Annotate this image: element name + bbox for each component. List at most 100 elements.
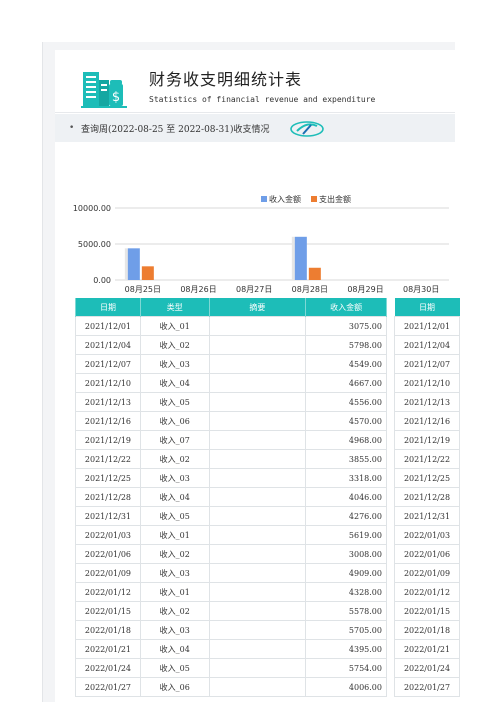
cell-type[interactable]: 收入_03 — [139, 620, 210, 640]
cell-date[interactable]: 2022/01/27 — [75, 677, 141, 697]
cell-date[interactable]: 2021/12/01 — [394, 316, 460, 336]
cell-date[interactable]: 2021/12/22 — [394, 449, 460, 469]
cell-type[interactable]: 收入_03 — [139, 354, 210, 374]
cell-type[interactable]: 收入_06 — [139, 677, 210, 697]
cell-amount[interactable]: 4328.00 — [305, 582, 387, 602]
cell-date[interactable]: 2022/01/09 — [394, 563, 460, 583]
cell-date[interactable]: 2022/01/09 — [75, 563, 141, 583]
cell-amount[interactable]: 4909.00 — [305, 563, 387, 583]
cell-memo[interactable] — [208, 544, 307, 564]
cell-type[interactable]: 收入_03 — [139, 563, 210, 583]
cell-date[interactable]: 2022/01/27 — [394, 677, 460, 697]
cell-type[interactable]: 收入_05 — [139, 392, 210, 412]
cell-date[interactable]: 2021/12/13 — [75, 392, 141, 412]
cell-memo[interactable] — [208, 335, 307, 355]
cell-date[interactable]: 2021/12/19 — [75, 430, 141, 450]
cell-type[interactable]: 收入_05 — [139, 658, 210, 678]
cell-type[interactable]: 收入_05 — [139, 506, 210, 526]
cell-date[interactable]: 2021/12/22 — [75, 449, 141, 469]
cell-amount[interactable]: 5578.00 — [305, 601, 387, 621]
cell-date[interactable]: 2021/12/19 — [394, 430, 460, 450]
cell-date[interactable]: 2022/01/12 — [394, 582, 460, 602]
cell-date[interactable]: 2021/12/10 — [394, 373, 460, 393]
cell-memo[interactable] — [208, 639, 307, 659]
cell-date[interactable]: 2021/12/01 — [75, 316, 141, 336]
cell-memo[interactable] — [208, 411, 307, 431]
cell-memo[interactable] — [208, 468, 307, 488]
cell-amount[interactable]: 4968.00 — [305, 430, 387, 450]
cell-amount[interactable]: 5798.00 — [305, 335, 387, 355]
cell-date[interactable]: 2021/12/04 — [75, 335, 141, 355]
cell-memo[interactable] — [208, 677, 307, 697]
cell-date[interactable]: 2022/01/21 — [394, 639, 460, 659]
cell-date[interactable]: 2022/01/21 — [75, 639, 141, 659]
cell-amount[interactable]: 5754.00 — [305, 658, 387, 678]
search-swirl-icon[interactable] — [289, 120, 325, 138]
cell-date[interactable]: 2021/12/28 — [75, 487, 141, 507]
cell-amount[interactable]: 4395.00 — [305, 639, 387, 659]
cell-memo[interactable] — [208, 316, 307, 336]
cell-memo[interactable] — [208, 430, 307, 450]
cell-date[interactable]: 2022/01/12 — [75, 582, 141, 602]
cell-memo[interactable] — [208, 601, 307, 621]
cell-type[interactable]: 收入_01 — [139, 582, 210, 602]
cell-date[interactable]: 2021/12/31 — [394, 506, 460, 526]
cell-amount[interactable]: 4276.00 — [305, 506, 387, 526]
cell-date[interactable]: 2021/12/07 — [75, 354, 141, 374]
cell-date[interactable]: 2021/12/25 — [75, 468, 141, 488]
cell-amount[interactable]: 3318.00 — [305, 468, 387, 488]
cell-date[interactable]: 2022/01/24 — [394, 658, 460, 678]
cell-type[interactable]: 收入_06 — [139, 411, 210, 431]
cell-type[interactable]: 收入_01 — [139, 525, 210, 545]
cell-type[interactable]: 收入_07 — [139, 430, 210, 450]
cell-type[interactable]: 收入_02 — [139, 449, 210, 469]
cell-type[interactable]: 收入_03 — [139, 468, 210, 488]
cell-type[interactable]: 收入_01 — [139, 316, 210, 336]
cell-type[interactable]: 收入_04 — [139, 373, 210, 393]
cell-memo[interactable] — [208, 354, 307, 374]
cell-amount[interactable]: 4549.00 — [305, 354, 387, 374]
cell-memo[interactable] — [208, 525, 307, 545]
cell-date[interactable]: 2021/12/31 — [75, 506, 141, 526]
cell-amount[interactable]: 4556.00 — [305, 392, 387, 412]
cell-date[interactable]: 2022/01/18 — [75, 620, 141, 640]
cell-type[interactable]: 收入_04 — [139, 639, 210, 659]
cell-date[interactable]: 2022/01/18 — [394, 620, 460, 640]
cell-amount[interactable]: 3855.00 — [305, 449, 387, 469]
cell-amount[interactable]: 4046.00 — [305, 487, 387, 507]
cell-date[interactable]: 2022/01/15 — [75, 601, 141, 621]
cell-memo[interactable] — [208, 582, 307, 602]
cell-memo[interactable] — [208, 563, 307, 583]
cell-type[interactable]: 收入_02 — [139, 544, 210, 564]
cell-date[interactable]: 2021/12/28 — [394, 487, 460, 507]
cell-memo[interactable] — [208, 506, 307, 526]
cell-amount[interactable]: 4667.00 — [305, 373, 387, 393]
cell-date[interactable]: 2022/01/03 — [394, 525, 460, 545]
cell-memo[interactable] — [208, 620, 307, 640]
cell-memo[interactable] — [208, 487, 307, 507]
cell-date[interactable]: 2021/12/16 — [75, 411, 141, 431]
cell-amount[interactable]: 3008.00 — [305, 544, 387, 564]
cell-memo[interactable] — [208, 658, 307, 678]
cell-amount[interactable]: 3075.00 — [305, 316, 387, 336]
cell-date[interactable]: 2022/01/03 — [75, 525, 141, 545]
cell-date[interactable]: 2021/12/07 — [394, 354, 460, 374]
cell-memo[interactable] — [208, 449, 307, 469]
cell-amount[interactable]: 4006.00 — [305, 677, 387, 697]
cell-amount[interactable]: 5705.00 — [305, 620, 387, 640]
cell-memo[interactable] — [208, 392, 307, 412]
cell-type[interactable]: 收入_02 — [139, 335, 210, 355]
cell-amount[interactable]: 4570.00 — [305, 411, 387, 431]
cell-date[interactable]: 2022/01/06 — [394, 544, 460, 564]
cell-date[interactable]: 2022/01/24 — [75, 658, 141, 678]
cell-date[interactable]: 2021/12/13 — [394, 392, 460, 412]
cell-date[interactable]: 2021/12/25 — [394, 468, 460, 488]
cell-date[interactable]: 2021/12/04 — [394, 335, 460, 355]
cell-date[interactable]: 2021/12/16 — [394, 411, 460, 431]
cell-date[interactable]: 2021/12/10 — [75, 373, 141, 393]
cell-date[interactable]: 2022/01/06 — [75, 544, 141, 564]
cell-date[interactable]: 2022/01/15 — [394, 601, 460, 621]
cell-memo[interactable] — [208, 373, 307, 393]
cell-type[interactable]: 收入_04 — [139, 487, 210, 507]
cell-type[interactable]: 收入_02 — [139, 601, 210, 621]
